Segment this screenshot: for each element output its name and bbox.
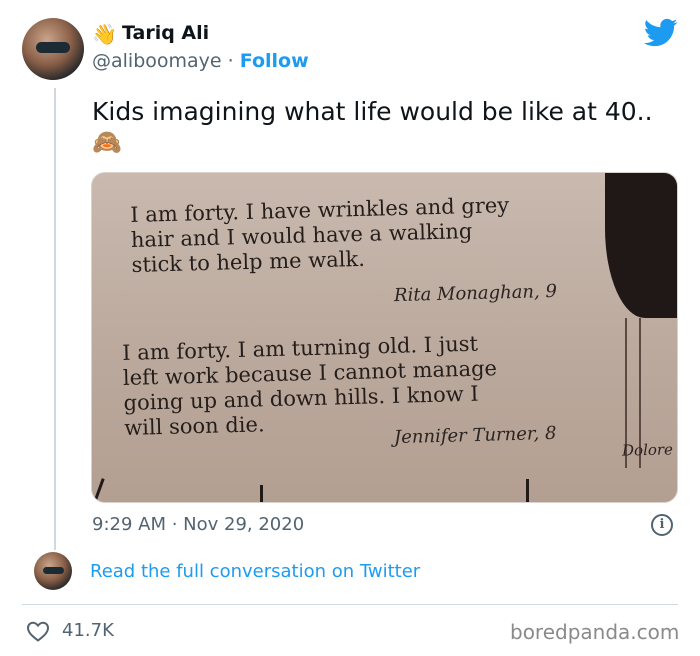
avatar-sunglasses	[43, 567, 64, 574]
photo-doodle	[526, 479, 529, 502]
read-conversation-link[interactable]: Read the full conversation on Twitter	[90, 561, 420, 582]
monkey-icon: 🙈	[92, 128, 122, 156]
follow-button[interactable]: Follow	[240, 50, 309, 72]
tweet-text: Kids imagining what life would be like a…	[92, 97, 653, 126]
photo-paragraph-1: I am forty. I have wrinkles and grey hai…	[130, 193, 511, 278]
like-count: 41.7K	[62, 620, 114, 641]
author-handle-line: @aliboomaye · Follow	[92, 50, 309, 72]
author-avatar[interactable]	[22, 18, 84, 80]
handle-separator: ·	[227, 50, 234, 72]
photo-corner-text: Dolore	[621, 440, 674, 460]
author-name[interactable]: Tariq Ali	[122, 22, 209, 44]
avatar-sunglasses	[36, 42, 70, 54]
heart-icon[interactable]	[26, 620, 50, 642]
wave-hand-icon: 👋	[92, 22, 117, 46]
twitter-bird-icon[interactable]	[644, 18, 678, 48]
thread-line	[54, 88, 56, 550]
divider	[22, 604, 678, 605]
drawing-dress	[605, 173, 677, 318]
reply-avatar[interactable]	[34, 552, 72, 590]
photo-signature-2: Jennifer Turner, 8	[393, 422, 557, 449]
tweet-timestamp[interactable]: 9:29 AM · Nov 29, 2020	[92, 514, 304, 535]
photo-doodle	[260, 485, 263, 502]
photo-doodle	[94, 478, 105, 500]
author-handle[interactable]: @aliboomaye	[92, 50, 222, 72]
tweet-photo[interactable]: I am forty. I have wrinkles and grey hai…	[91, 172, 678, 503]
photo-signature-1: Rita Monaghan, 9	[393, 280, 558, 307]
photo-paragraph-2: I am forty. I am turning old. I just lef…	[122, 331, 499, 441]
info-icon[interactable]: i	[651, 514, 673, 536]
watermark: boredpanda.com	[510, 620, 680, 644]
